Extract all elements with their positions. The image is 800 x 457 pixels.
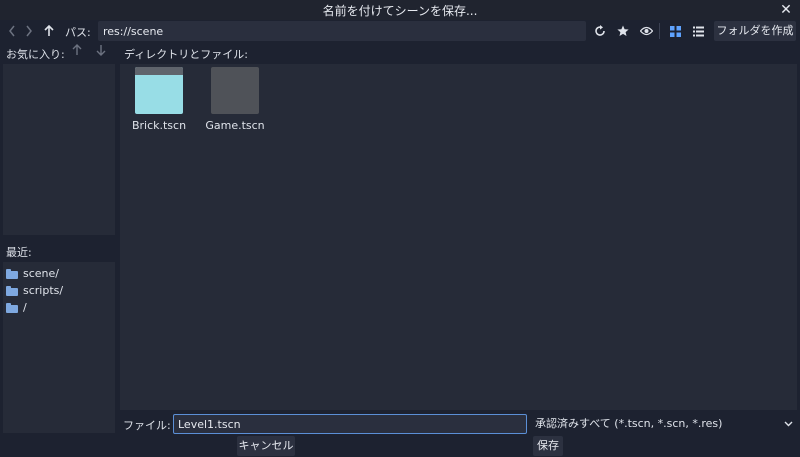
favorites-label: お気に入り: xyxy=(6,48,65,61)
scene-thumbnail xyxy=(135,67,183,114)
back-icon[interactable] xyxy=(3,21,21,41)
list-view-icon[interactable] xyxy=(689,21,707,41)
path-toolbar: パス: フォルダを作成 xyxy=(0,20,800,42)
show-hidden-eye-icon[interactable] xyxy=(637,21,655,41)
recent-label: 最近: xyxy=(6,246,32,259)
file-filter-dropdown[interactable]: 承認済みすべて (*.tscn, *.scn, *.res) xyxy=(531,414,797,434)
move-favorite-up-icon[interactable] xyxy=(72,44,86,56)
refresh-icon[interactable] xyxy=(591,21,609,41)
file-filter-value: 承認済みすべて (*.tscn, *.scn, *.res) xyxy=(535,417,723,430)
directories-label: ディレクトリとファイル: xyxy=(124,48,248,61)
folder-icon xyxy=(6,268,18,279)
file-item-game[interactable]: Game.tscn xyxy=(200,67,270,133)
file-name-label: ファイル: xyxy=(123,419,171,432)
recent-item-scene[interactable]: scene/ xyxy=(3,265,115,282)
file-name: Brick.tscn xyxy=(131,119,187,132)
recent-item-label: / xyxy=(23,301,27,314)
make-folder-button[interactable]: フォルダを作成 xyxy=(714,21,796,41)
folder-icon xyxy=(6,302,18,313)
path-input[interactable] xyxy=(98,21,586,41)
recent-list: scene/ scripts/ / xyxy=(3,262,115,433)
forward-icon[interactable] xyxy=(20,21,38,41)
recent-item-root[interactable]: / xyxy=(3,299,115,316)
file-name-input[interactable] xyxy=(173,414,527,434)
go-up-icon[interactable] xyxy=(40,21,58,41)
file-grid: Brick.tscn Game.tscn xyxy=(120,64,797,410)
recent-item-label: scene/ xyxy=(23,267,59,280)
close-icon[interactable]: ✕ xyxy=(778,1,794,19)
file-item-brick[interactable]: Brick.tscn xyxy=(124,67,194,133)
toolbar-separator xyxy=(659,23,660,39)
favorites-list[interactable] xyxy=(3,64,115,235)
scene-thumbnail xyxy=(211,67,259,114)
title-bar: 名前を付けてシーンを保存... ✕ xyxy=(0,0,800,20)
grid-view-icon[interactable] xyxy=(666,21,684,41)
folder-icon xyxy=(6,285,18,296)
path-label: パス: xyxy=(65,26,91,39)
favorite-star-icon[interactable] xyxy=(614,21,632,41)
save-button[interactable]: 保存 xyxy=(533,436,563,456)
dialog-title: 名前を付けてシーンを保存... xyxy=(322,3,478,18)
chevron-down-icon xyxy=(784,414,793,434)
file-name: Game.tscn xyxy=(205,119,265,132)
move-favorite-down-icon[interactable] xyxy=(96,44,110,56)
recent-item-scripts[interactable]: scripts/ xyxy=(3,282,115,299)
recent-item-label: scripts/ xyxy=(23,284,64,297)
cancel-button[interactable]: キャンセル xyxy=(237,436,295,456)
